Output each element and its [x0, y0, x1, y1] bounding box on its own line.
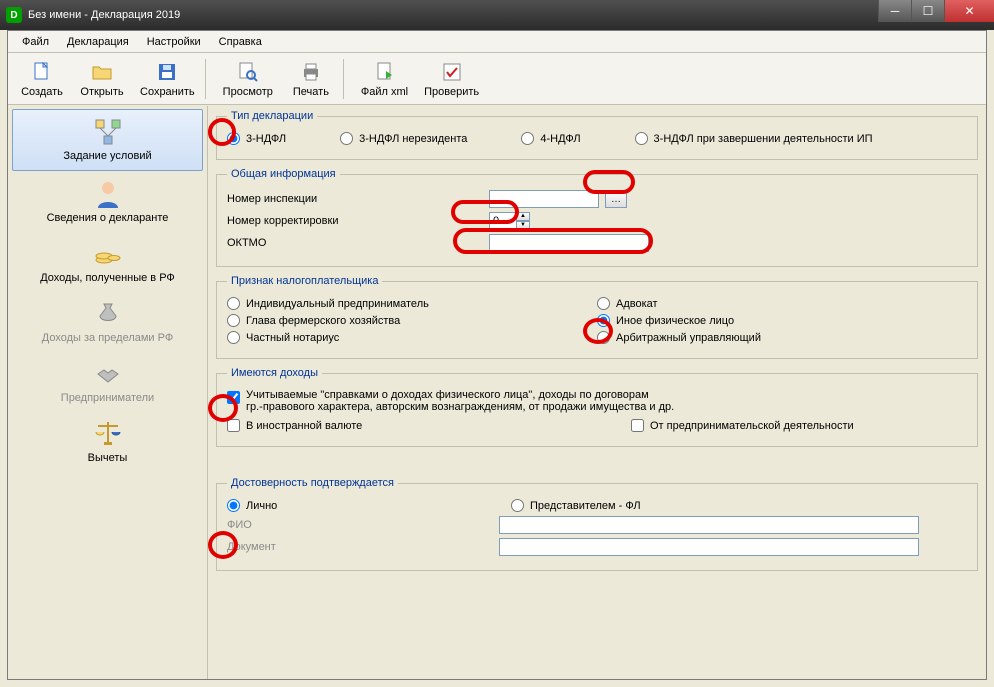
coins-icon: [92, 238, 124, 270]
radio-notary[interactable]: Частный нотариус: [227, 331, 339, 344]
sidebar-item-label: Сведения о декларанте: [47, 212, 169, 224]
toolbar-print[interactable]: Печать: [281, 58, 341, 100]
sidebar: Задание условий Сведения о декларанте До…: [8, 106, 208, 679]
input-fio: [499, 516, 919, 534]
input-oktmo[interactable]: [489, 234, 649, 252]
radio-arbitr[interactable]: Арбитражный управляющий: [597, 331, 761, 344]
folder-open-icon: [90, 60, 114, 84]
radio-person[interactable]: Иное физическое лицо: [597, 314, 734, 327]
menu-help[interactable]: Справка: [211, 34, 270, 50]
sidebar-item-entrepreneurs[interactable]: Предприниматели: [8, 352, 207, 412]
toolbar-save[interactable]: Сохранить: [132, 58, 203, 100]
sidebar-item-label: Вычеты: [88, 452, 128, 464]
sidebar-item-label: Доходы за пределами РФ: [42, 332, 173, 344]
sidebar-item-declarant[interactable]: Сведения о декларанте: [8, 172, 207, 232]
sidebar-item-income-rf[interactable]: Доходы, полученные в РФ: [8, 232, 207, 292]
radio-ip[interactable]: Индивидуальный предприниматель: [227, 297, 429, 310]
checkbox-income-foreign[interactable]: В иностранной валюте: [227, 419, 607, 432]
sidebar-item-label: Доходы, полученные в РФ: [40, 272, 175, 284]
radio-lawyer[interactable]: Адвокат: [597, 297, 658, 310]
label-doc: Документ: [227, 541, 407, 553]
group-income: Имеются доходы Учитываемые "справками о …: [216, 367, 978, 447]
radio-representative[interactable]: Представителем - ФЛ: [511, 499, 641, 512]
sidebar-item-income-foreign[interactable]: Доходы за пределами РФ: [8, 292, 207, 352]
toolbar-open[interactable]: Открыть: [72, 58, 132, 100]
input-correction[interactable]: [489, 212, 517, 230]
radio-3ndfl-nonresident[interactable]: 3-НДФЛ нерезидента: [340, 132, 467, 145]
label-inspection: Номер инспекции: [227, 193, 407, 205]
scales-icon: [92, 418, 124, 450]
close-button[interactable]: ✕: [944, 0, 994, 22]
spinner-down[interactable]: ▼: [516, 221, 530, 230]
spinner-up[interactable]: ▲: [516, 212, 530, 221]
conditions-icon: [92, 116, 124, 148]
checkbox-income-business[interactable]: От предпринимательской деятельности: [631, 419, 854, 432]
group-taxpayer-type: Признак налогоплательщика Индивидуальный…: [216, 275, 978, 359]
sidebar-item-label: Задание условий: [63, 150, 151, 162]
label-correction: Номер корректировки: [227, 215, 407, 227]
label-fio: ФИО: [227, 519, 407, 531]
input-inspection[interactable]: [489, 190, 599, 208]
toolbar: Создать Открыть Сохранить Просмотр: [8, 53, 986, 105]
button-inspection-browse[interactable]: …: [605, 190, 627, 208]
floppy-icon: [155, 60, 179, 84]
menu-settings[interactable]: Настройки: [139, 34, 209, 50]
radio-3ndfl[interactable]: 3-НДФЛ: [227, 132, 286, 145]
checkbox-income-main[interactable]: Учитываемые "справками о доходах физичес…: [227, 389, 674, 413]
printer-icon: [299, 60, 323, 84]
magnifier-icon: [236, 60, 260, 84]
spinner-correction[interactable]: ▲ ▼: [489, 212, 530, 230]
menu-declaration[interactable]: Декларация: [59, 34, 137, 50]
sidebar-item-label: Предприниматели: [61, 392, 154, 404]
sidebar-item-deductions[interactable]: Вычеты: [8, 412, 207, 472]
sidebar-item-conditions[interactable]: Задание условий: [12, 109, 203, 171]
toolbar-check[interactable]: Проверить: [416, 58, 487, 100]
radio-3ndfl-ip-end[interactable]: 3-НДФЛ при завершении деятельности ИП: [635, 132, 873, 145]
legend-income: Имеются доходы: [227, 367, 322, 379]
check-icon: [440, 60, 464, 84]
legend-taxpayer-type: Признак налогоплательщика: [227, 275, 382, 287]
label-oktmo: ОКТМО: [227, 237, 407, 249]
toolbar-create[interactable]: Создать: [12, 58, 72, 100]
handshake-icon: [92, 358, 124, 390]
menu-file[interactable]: Файл: [14, 34, 57, 50]
content-area: Тип декларации 3-НДФЛ 3-НДФЛ нерезидента: [208, 106, 986, 679]
money-bag-icon: [92, 298, 124, 330]
legend-declaration-type: Тип декларации: [227, 110, 317, 122]
menubar: Файл Декларация Настройки Справка: [8, 31, 986, 53]
xml-icon: [373, 60, 397, 84]
minimize-button[interactable]: ─: [878, 0, 911, 22]
radio-4ndfl[interactable]: 4-НДФЛ: [521, 132, 580, 145]
input-doc: [499, 538, 919, 556]
toolbar-xml[interactable]: Файл xml: [353, 58, 416, 100]
group-general-info: Общая информация Номер инспекции … Номер…: [216, 168, 978, 267]
legend-general-info: Общая информация: [227, 168, 340, 180]
person-icon: [92, 178, 124, 210]
toolbar-preview[interactable]: Просмотр: [215, 58, 281, 100]
app-icon: D: [6, 7, 22, 23]
group-confirm: Достоверность подтверждается Лично Предс…: [216, 477, 978, 571]
window-title: Без имени - Декларация 2019: [28, 9, 180, 21]
new-file-icon: [30, 60, 54, 84]
maximize-button[interactable]: ☐: [911, 0, 944, 22]
radio-farm[interactable]: Глава фермерского хозяйства: [227, 314, 400, 327]
titlebar: D Без имени - Декларация 2019 ─ ☐ ✕: [0, 0, 994, 30]
radio-self[interactable]: Лично: [227, 499, 487, 512]
legend-confirm: Достоверность подтверждается: [227, 477, 398, 489]
group-declaration-type: Тип декларации 3-НДФЛ 3-НДФЛ нерезидента: [216, 110, 978, 160]
